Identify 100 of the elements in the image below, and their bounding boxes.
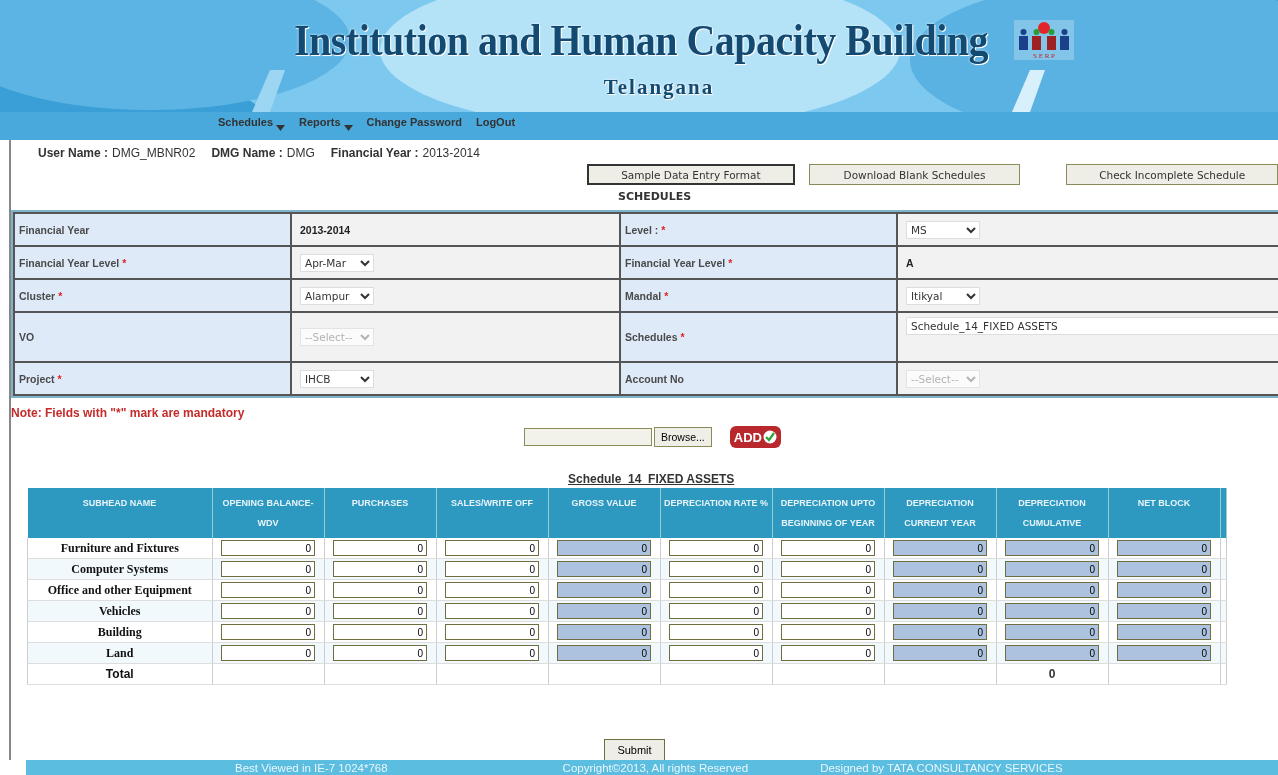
amount-field[interactable]: 0	[557, 540, 651, 556]
amount-field[interactable]: 0	[669, 603, 763, 619]
menu-item[interactable]: LogOut	[475, 116, 516, 128]
subhead-name: Vehicles	[27, 600, 212, 622]
amount-field[interactable]: 0	[221, 645, 315, 661]
subhead-name: Computer Systems	[27, 558, 212, 580]
column-header: DEPRECIATION UPTO BEGINNING OF YEAR	[772, 488, 884, 538]
amount-field[interactable]: 0	[781, 582, 875, 598]
total-label: Total	[27, 663, 212, 685]
amount-field[interactable]: 0	[445, 561, 539, 577]
amount-field[interactable]: 0	[893, 561, 987, 577]
dropdown[interactable]: Schedule_14_FIXED ASSETS	[906, 317, 1278, 335]
dropdown[interactable]: MS	[906, 220, 980, 239]
amount-field[interactable]: 0	[221, 624, 315, 640]
amount-field[interactable]: 0	[893, 540, 987, 556]
amount-field[interactable]: 0	[1117, 645, 1211, 661]
column-header: GROSS VALUE	[548, 488, 660, 538]
amount-field[interactable]: 0	[781, 603, 875, 619]
field-label: Financial Year Level *	[625, 256, 733, 269]
dropdown[interactable]: IHCB	[300, 369, 374, 388]
column-header: DEPRECIATION CURRENT YEAR	[884, 488, 996, 538]
amount-field[interactable]: 0	[893, 624, 987, 640]
amount-field[interactable]: 0	[445, 603, 539, 619]
info-value: DMG	[286, 146, 315, 160]
amount-field[interactable]: 0	[1005, 603, 1099, 619]
amount-field[interactable]: 0	[445, 582, 539, 598]
submit-button[interactable]: Submit	[604, 739, 665, 761]
amount-field[interactable]: 0	[557, 603, 651, 619]
field-value: 2013-2014	[300, 223, 351, 236]
column-header: OPENING BALANCE-WDV	[212, 488, 324, 538]
amount-field[interactable]: 0	[333, 561, 427, 577]
amount-field[interactable]: 0	[669, 582, 763, 598]
footer-text: Copyright©2013, All rights Reserved	[562, 761, 749, 774]
field-label: VO	[19, 331, 35, 343]
column-header: DEPRECIATION CUMULATIVE	[996, 488, 1108, 538]
add-button[interactable]: ADD	[729, 426, 781, 448]
amount-field[interactable]: 0	[1117, 603, 1211, 619]
amount-field[interactable]: 0	[669, 540, 763, 556]
dropdown[interactable]: Apr-Mar	[300, 253, 374, 272]
amount-field[interactable]: 0	[333, 540, 427, 556]
subhead-name: Furniture and Fixtures	[27, 538, 212, 559]
amount-field[interactable]: 0	[781, 624, 875, 640]
subhead-name: Land	[27, 642, 212, 664]
check-icon	[762, 430, 777, 444]
info-label: User Name :	[38, 146, 109, 160]
section-title: SCHEDULES	[617, 190, 693, 205]
amount-field[interactable]: 0	[781, 561, 875, 577]
info-value: DMG_MBNR02	[112, 146, 196, 160]
info-label: DMG Name :	[211, 146, 283, 160]
amount-field[interactable]: 0	[1117, 624, 1211, 640]
file-field[interactable]	[524, 428, 652, 446]
amount-field[interactable]: 0	[781, 645, 875, 661]
amount-field[interactable]: 0	[221, 561, 315, 577]
menu-item[interactable]: Reports	[299, 116, 353, 128]
amount-field[interactable]: 0	[1117, 540, 1211, 556]
column-header: PURCHASES	[324, 488, 436, 538]
amount-field[interactable]: 0	[221, 540, 315, 556]
amount-field[interactable]: 0	[557, 624, 651, 640]
amount-field[interactable]: 0	[669, 561, 763, 577]
amount-field[interactable]: 0	[333, 624, 427, 640]
amount-field[interactable]: 0	[333, 645, 427, 661]
amount-field[interactable]: 0	[557, 561, 651, 577]
amount-field[interactable]: 0	[557, 645, 651, 661]
amount-field[interactable]: 0	[669, 645, 763, 661]
field-label: Cluster *	[19, 289, 63, 302]
action-button[interactable]: Download Blank Schedules	[808, 164, 1021, 185]
dropdown[interactable]: Itikyal	[906, 286, 980, 305]
amount-field[interactable]: 0	[333, 603, 427, 619]
field-label: Level : *	[625, 223, 666, 236]
amount-field[interactable]: 0	[781, 540, 875, 556]
amount-field[interactable]: 0	[445, 645, 539, 661]
amount-field[interactable]: 0	[1005, 645, 1099, 661]
amount-field[interactable]: 0	[1005, 582, 1099, 598]
menu-item[interactable]: Change Password	[366, 116, 462, 128]
amount-field[interactable]: 0	[1005, 561, 1099, 577]
amount-field[interactable]: 0	[669, 624, 763, 640]
caret-icon	[343, 125, 353, 131]
subhead-name: Building	[27, 621, 212, 643]
field-label: Financial Year Level *	[19, 256, 127, 269]
amount-field[interactable]: 0	[1005, 624, 1099, 640]
site-subtitle: Telangana	[603, 75, 715, 100]
amount-field[interactable]: 0	[221, 582, 315, 598]
amount-field[interactable]: 0	[893, 582, 987, 598]
action-button[interactable]: Sample Data Entry Format	[587, 164, 795, 185]
amount-field[interactable]: 0	[445, 540, 539, 556]
amount-field[interactable]: 0	[1117, 561, 1211, 577]
action-button[interactable]: Check Incomplete Schedule	[1066, 164, 1278, 185]
menu-item[interactable]: Schedules	[218, 116, 286, 128]
column-header: NET BLOCK	[1108, 488, 1220, 538]
amount-field[interactable]: 0	[893, 645, 987, 661]
dropdown[interactable]: Alampur	[300, 286, 374, 305]
browse-button[interactable]: Browse...	[654, 427, 712, 447]
amount-field[interactable]: 0	[1005, 540, 1099, 556]
amount-field[interactable]: 0	[221, 603, 315, 619]
amount-field[interactable]: 0	[1117, 582, 1211, 598]
field-label: Schedules *	[625, 331, 685, 343]
amount-field[interactable]: 0	[333, 582, 427, 598]
amount-field[interactable]: 0	[557, 582, 651, 598]
amount-field[interactable]: 0	[445, 624, 539, 640]
amount-field[interactable]: 0	[893, 603, 987, 619]
